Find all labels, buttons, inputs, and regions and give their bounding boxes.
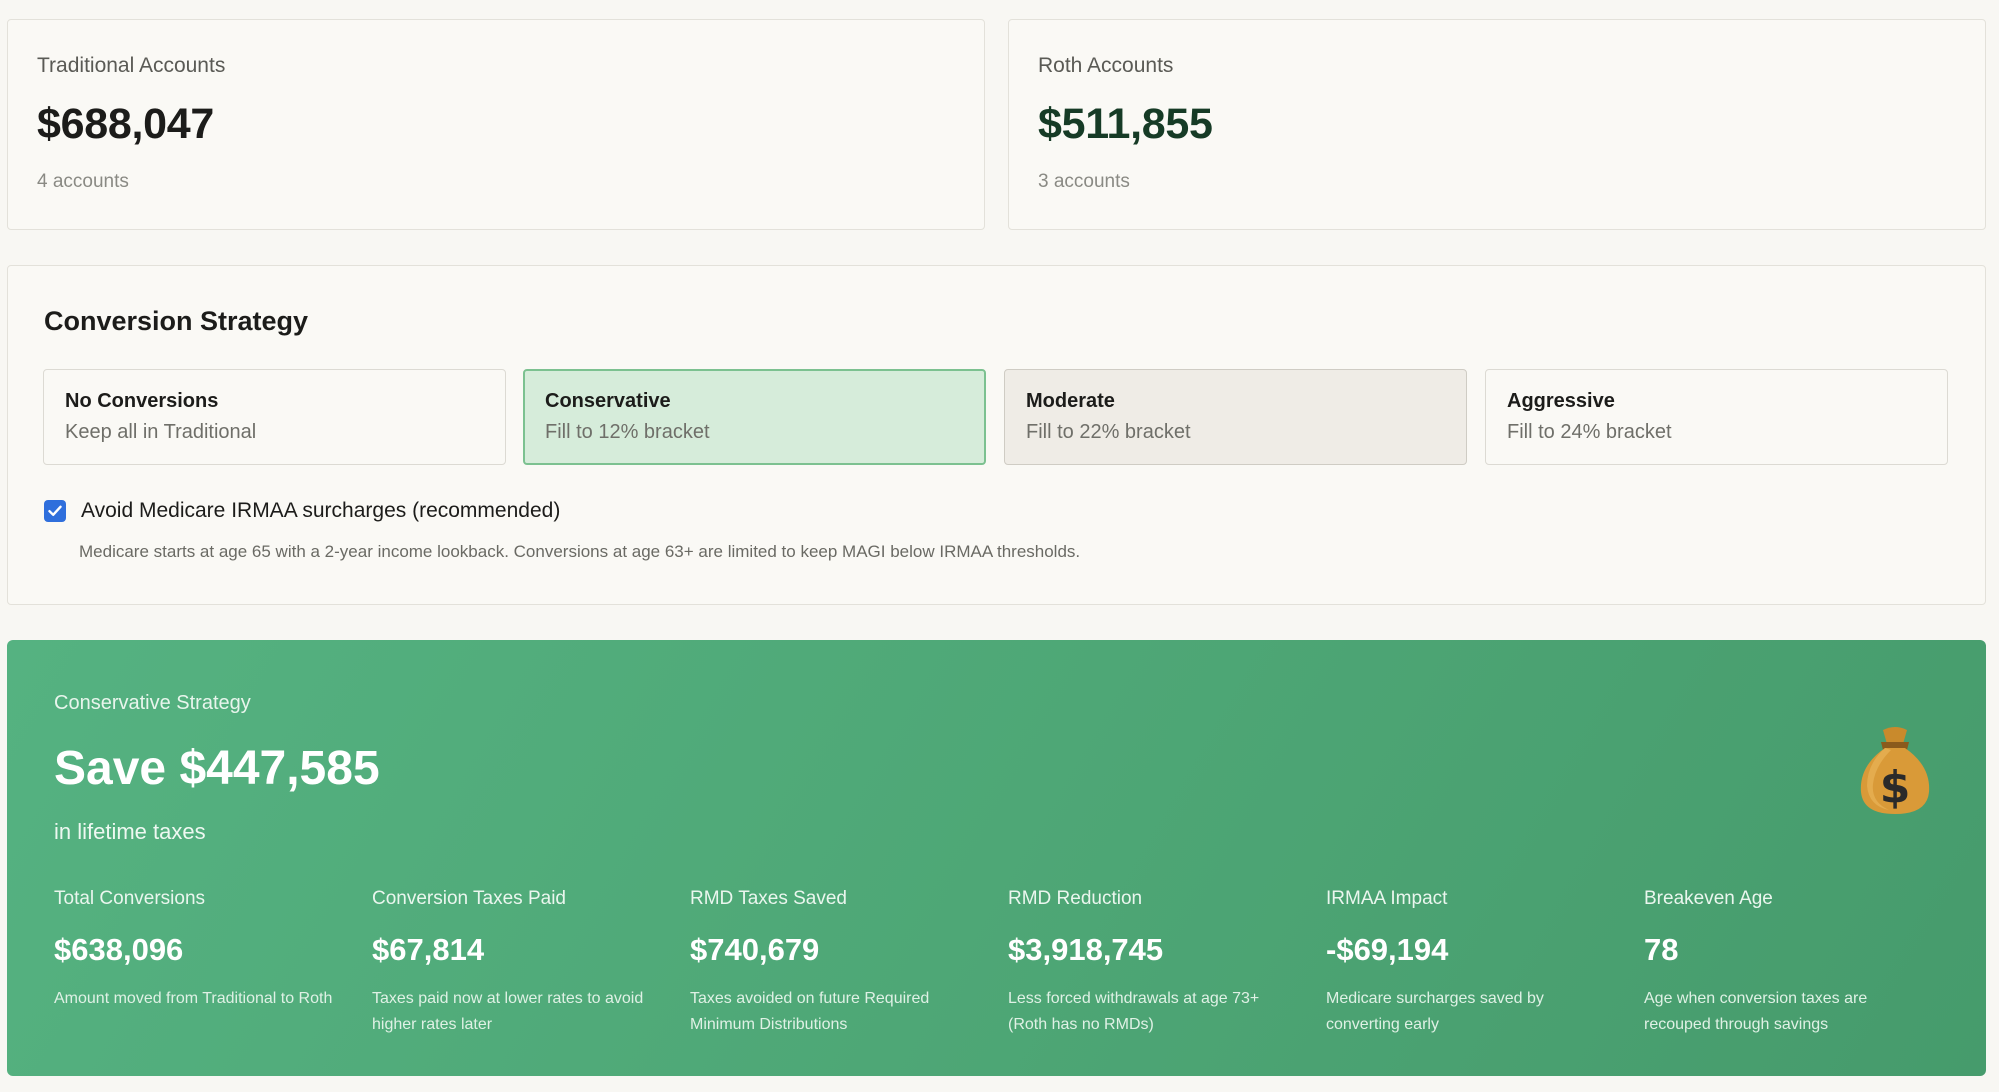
option-name: No Conversions: [65, 390, 219, 412]
savings-caption: in lifetime taxes: [54, 819, 206, 844]
metric-label: IRMAA Impact: [1326, 888, 1448, 909]
option-name: Conservative: [545, 390, 671, 412]
roth-accounts-label: Roth Accounts: [1038, 54, 1174, 77]
metric-total-conversions: Total Conversions $638,096 Amount moved …: [54, 888, 354, 1012]
metric-value: $67,814: [372, 932, 485, 967]
savings-headline: Save $447,585: [54, 742, 380, 795]
conversion-strategy-title: Conversion Strategy: [44, 306, 309, 336]
metric-value: $638,096: [54, 932, 184, 967]
savings-strategy-name: Conservative Strategy: [54, 692, 251, 714]
metric-label: RMD Taxes Saved: [690, 888, 847, 909]
metric-label: RMD Reduction: [1008, 888, 1143, 909]
irmaa-toggle-row: Avoid Medicare IRMAA surcharges (recomme…: [44, 499, 560, 523]
checkmark-icon: [48, 505, 62, 516]
metric-rmd-taxes-saved: RMD Taxes Saved $740,679 Taxes avoided o…: [690, 888, 990, 1038]
option-name: Aggressive: [1507, 390, 1615, 412]
irmaa-checkbox-label[interactable]: Avoid Medicare IRMAA surcharges (recomme…: [81, 499, 560, 523]
metric-description: Taxes paid now at lower rates to avoid h…: [372, 990, 644, 1033]
metric-label: Breakeven Age: [1644, 888, 1773, 909]
traditional-accounts-count: 4 accounts: [37, 171, 129, 192]
irmaa-checkbox[interactable]: [44, 500, 66, 522]
metric-label: Total Conversions: [54, 888, 206, 909]
option-description: Fill to 22% bracket: [1026, 421, 1191, 443]
metric-value: $740,679: [690, 932, 820, 967]
metric-breakeven-age: Breakeven Age 78 Age when conversion tax…: [1644, 888, 1944, 1038]
strategy-option-moderate[interactable]: Moderate Fill to 22% bracket: [1004, 369, 1467, 465]
option-description: Fill to 24% bracket: [1507, 421, 1672, 443]
traditional-accounts-label: Traditional Accounts: [37, 54, 226, 77]
metric-description: Less forced withdrawals at age 73+ (Roth…: [1008, 990, 1260, 1033]
traditional-accounts-value: $688,047: [37, 100, 214, 148]
roth-accounts-count: 3 accounts: [1038, 171, 1130, 192]
conversion-strategy-card: Conversion Strategy No Conversions Keep …: [7, 265, 1986, 605]
strategy-option-aggressive[interactable]: Aggressive Fill to 24% bracket: [1485, 369, 1948, 465]
roth-accounts-value: $511,855: [1038, 100, 1213, 148]
metric-irmaa-impact: IRMAA Impact -$69,194 Medicare surcharge…: [1326, 888, 1626, 1038]
option-name: Moderate: [1026, 390, 1115, 412]
metric-description: Taxes avoided on future Required Minimum…: [690, 990, 930, 1033]
metric-value: -$69,194: [1326, 932, 1449, 967]
metric-description: Amount moved from Traditional to Roth: [54, 990, 333, 1007]
metric-description: Age when conversion taxes are recouped t…: [1644, 990, 1868, 1033]
strategy-option-conservative[interactable]: Conservative Fill to 12% bracket: [523, 369, 986, 465]
metric-rmd-reduction: RMD Reduction $3,918,745 Less forced wit…: [1008, 888, 1308, 1038]
option-description: Keep all in Traditional: [65, 421, 257, 443]
savings-summary-panel: Conservative Strategy Save $447,585 in l…: [7, 640, 1986, 1076]
metric-value: $3,918,745: [1008, 932, 1164, 967]
roth-accounts-card: Roth Accounts $511,855 3 accounts: [1008, 19, 1986, 230]
metric-description: Medicare surcharges saved by converting …: [1326, 990, 1544, 1033]
option-description: Fill to 12% bracket: [545, 421, 710, 443]
traditional-accounts-card: Traditional Accounts $688,047 4 accounts: [7, 19, 985, 230]
metric-label: Conversion Taxes Paid: [372, 888, 566, 909]
strategy-options: No Conversions Keep all in Traditional C…: [43, 369, 1948, 465]
irmaa-help-text: Medicare starts at age 65 with a 2-year …: [79, 542, 1081, 561]
metric-value: 78: [1644, 932, 1679, 967]
svg-text:$: $: [1880, 762, 1911, 813]
strategy-option-no-conversions[interactable]: No Conversions Keep all in Traditional: [43, 369, 506, 465]
money-bag-icon: $: [1860, 727, 1930, 814]
metric-conversion-taxes-paid: Conversion Taxes Paid $67,814 Taxes paid…: [372, 888, 672, 1038]
